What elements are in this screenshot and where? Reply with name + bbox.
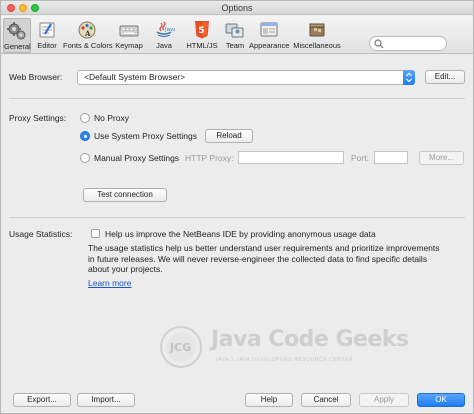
gear-icon xyxy=(7,22,26,40)
apply-button[interactable]: Apply xyxy=(359,393,409,407)
title-bar[interactable]: Options xyxy=(1,1,473,15)
appearance-icon xyxy=(260,22,278,37)
usage-description-line: about your projects. xyxy=(88,264,163,274)
tab-keymap[interactable]: Keymap xyxy=(113,18,145,53)
learn-more-link[interactable]: Learn more xyxy=(88,278,131,288)
web-browser-select[interactable]: <Default System Browser> xyxy=(77,70,415,85)
tab-editor[interactable]: Editor xyxy=(33,18,61,53)
tab-html-js-label: HTML/JS xyxy=(186,41,218,50)
proxy-settings-label: Proxy Settings: xyxy=(9,113,67,123)
tab-team[interactable]: Team xyxy=(223,18,247,53)
tab-html-js[interactable]: 5 HTML/JS xyxy=(184,18,220,53)
html5-icon: 5 xyxy=(195,21,209,39)
no-proxy-label: No Proxy xyxy=(94,113,129,123)
http-proxy-label: HTTP Proxy: xyxy=(185,153,234,163)
manual-proxy-label: Manual Proxy Settings xyxy=(94,153,180,163)
usage-statistics-label: Usage Statistics: xyxy=(9,229,73,239)
search-icon xyxy=(374,39,384,49)
system-proxy-radio[interactable] xyxy=(80,131,90,141)
watermark-subtitle: JAVA 2 JAVA DEVELOPERS RESOURCE CENTER xyxy=(215,357,354,363)
java-icon: Java xyxy=(156,21,175,38)
usage-statistics-checkbox-label: Help us improve the NetBeans IDE by prov… xyxy=(105,229,376,239)
tab-general[interactable]: General xyxy=(3,18,31,53)
tab-fonts-colors-label: Fonts & Colors xyxy=(63,41,113,50)
tab-java[interactable]: Java Java xyxy=(149,18,179,53)
tab-general-label: General xyxy=(4,42,31,51)
tab-appearance[interactable]: Appearance xyxy=(249,18,289,53)
team-icon xyxy=(225,23,244,38)
usage-statistics-checkbox[interactable] xyxy=(91,229,100,238)
svg-text:A: A xyxy=(84,29,91,38)
separator xyxy=(9,98,465,99)
fonts-colors-icon: A xyxy=(78,21,96,39)
web-browser-selected: <Default System Browser> xyxy=(84,72,186,82)
port-input[interactable] xyxy=(374,151,408,164)
edit-browser-button[interactable]: Edit... xyxy=(425,70,465,84)
tab-team-label: Team xyxy=(225,41,245,50)
system-proxy-label: Use System Proxy Settings xyxy=(94,131,197,141)
port-label: Port: xyxy=(351,153,369,163)
separator xyxy=(9,217,465,218)
tab-miscellaneous-label: Miscellaneous xyxy=(293,41,341,50)
dialog-footer: Export... Import... Help Cancel Apply OK xyxy=(1,389,473,413)
cancel-button[interactable]: Cancel xyxy=(301,393,351,407)
import-button[interactable]: Import... xyxy=(77,393,135,407)
no-proxy-radio[interactable] xyxy=(80,113,90,123)
ok-button[interactable]: OK xyxy=(417,393,465,407)
tab-java-label: Java xyxy=(156,41,172,50)
tab-editor-label: Editor xyxy=(37,41,57,50)
window-title: Options xyxy=(221,3,253,13)
tab-miscellaneous[interactable]: Miscellaneous xyxy=(292,18,342,53)
export-button[interactable]: Export... xyxy=(13,393,71,407)
svg-text:Java: Java xyxy=(164,27,175,33)
svg-text:JCG: JCG xyxy=(169,341,191,354)
search-input[interactable] xyxy=(369,36,447,51)
usage-description: The usage statistics help us better unde… xyxy=(88,243,440,275)
more-proxy-button[interactable]: More... xyxy=(419,151,464,165)
reload-button[interactable]: Reload xyxy=(205,129,253,143)
tab-fonts-colors[interactable]: A Fonts & Colors xyxy=(63,18,113,53)
svg-text:5: 5 xyxy=(198,26,204,36)
editor-icon xyxy=(39,22,55,38)
tab-keymap-label: Keymap xyxy=(115,41,143,50)
tab-appearance-label: Appearance xyxy=(249,41,290,50)
manual-proxy-radio[interactable] xyxy=(80,153,90,163)
web-browser-label: Web Browser: xyxy=(9,72,63,82)
miscellaneous-icon xyxy=(309,23,325,37)
options-window: Options General Editor A Fonts & Colors … xyxy=(0,0,474,414)
watermark-title: Java Code Geeks xyxy=(211,327,409,352)
java-code-geeks-watermark: JCG Java Code Geeks JAVA 2 JAVA DEVELOPE… xyxy=(159,325,409,373)
test-connection-button[interactable]: Test connection xyxy=(83,188,167,202)
usage-description-line: in future releases. We will never revers… xyxy=(88,253,428,264)
select-arrow-icon xyxy=(403,70,415,85)
help-button[interactable]: Help xyxy=(245,393,293,407)
category-toolbar: General Editor A Fonts & Colors Keymap J… xyxy=(1,16,473,54)
http-proxy-input[interactable] xyxy=(238,151,344,164)
usage-description-line: The usage statistics help us better unde… xyxy=(88,243,440,253)
jcg-logo: JCG xyxy=(160,326,202,368)
keymap-icon xyxy=(119,25,139,37)
